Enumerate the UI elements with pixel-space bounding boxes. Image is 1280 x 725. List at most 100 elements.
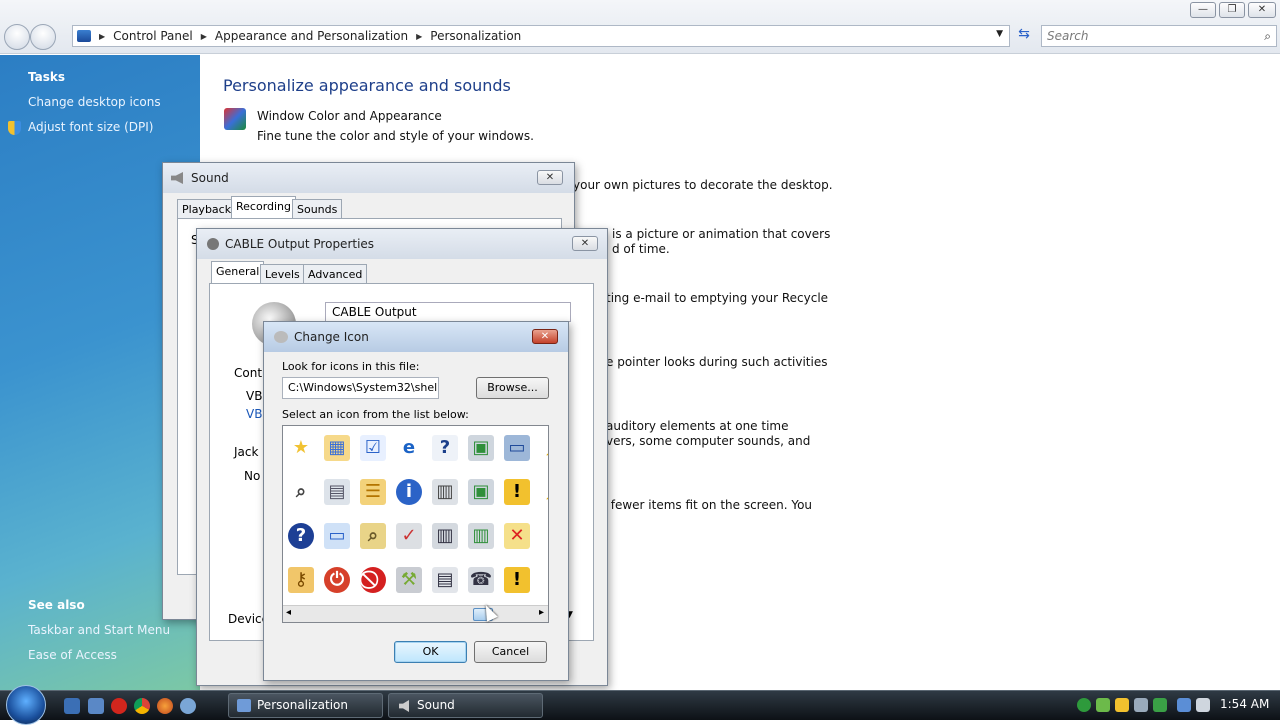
device-name-field[interactable]: CABLE Output — [325, 302, 571, 322]
ok-button[interactable]: OK — [394, 641, 467, 663]
breadcrumb-control-panel[interactable]: Control Panel — [113, 29, 193, 43]
sound-close-button[interactable]: ✕ — [537, 170, 563, 185]
help-document-icon[interactable]: ? — [431, 434, 459, 462]
tab-playback[interactable]: Playback — [177, 199, 237, 219]
search-placeholder: Search — [1047, 29, 1089, 43]
firefox-icon[interactable] — [157, 698, 173, 714]
computer-monitor-icon[interactable]: ▭ — [503, 434, 531, 462]
network-printer-icon[interactable]: ▣ — [467, 434, 495, 462]
restore-button[interactable]: ❐ — [1219, 2, 1245, 18]
power-icon[interactable]: ⏻ — [323, 566, 351, 594]
checklist-icon[interactable]: ☑ — [359, 434, 387, 462]
show-desktop-icon[interactable] — [64, 698, 80, 714]
cancel-button[interactable]: Cancel — [474, 641, 547, 663]
breadcrumb-appearance[interactable]: Appearance and Personalization — [215, 29, 408, 43]
internet-explorer-icon[interactable]: e — [395, 434, 423, 462]
folder-calendar-icon[interactable]: ▦ — [323, 434, 351, 462]
change-icon-close-button[interactable]: ✕ — [532, 329, 558, 344]
see-also-ease-of-access[interactable]: Ease of Access — [28, 648, 117, 662]
file-path-input[interactable]: C:\Windows\System32\shell32.dll — [282, 377, 439, 399]
printer-network-2-icon[interactable]: ▥ — [467, 522, 495, 550]
task-change-desktop-icons[interactable]: Change desktop icons — [28, 95, 161, 109]
window-color-link[interactable]: Window Color and Appearance — [257, 109, 442, 123]
partial-icon[interactable]: ◗ — [539, 522, 548, 550]
tray-app-icon[interactable] — [1153, 698, 1167, 712]
tab-levels[interactable]: Levels — [260, 264, 305, 284]
task-adjust-font-size[interactable]: Adjust font size (DPI) — [28, 120, 153, 134]
taskbar-personalization-label: Personalization — [257, 698, 348, 712]
close-button[interactable]: ✕ — [1248, 2, 1276, 18]
tab-advanced[interactable]: Advanced — [303, 264, 368, 284]
see-also-heading: See also — [28, 598, 85, 612]
see-also-taskbar[interactable]: Taskbar and Start Menu — [28, 623, 170, 637]
info-icon[interactable]: i — [395, 478, 423, 506]
network-printer-icon[interactable]: ▣ — [467, 478, 495, 506]
refresh-icon[interactable]: ⇆ — [1013, 26, 1035, 46]
chrome-icon[interactable] — [134, 698, 150, 714]
taskbar: Personalization Sound 1:54 AM — [0, 685, 1280, 725]
minimize-button[interactable]: — — [1190, 2, 1216, 18]
tray-app-icon[interactable] — [1096, 698, 1110, 712]
explorer-toolbar: — ❐ ✕ ▶ Control Panel ▶ Appearance and P… — [0, 0, 1280, 54]
opera-icon[interactable] — [111, 698, 127, 714]
address-bar[interactable]: ▶ Control Panel ▶ Appearance and Persona… — [72, 25, 1010, 47]
stacked-documents-icon[interactable]: ☰ — [359, 478, 387, 506]
warning-icon[interactable]: ! — [503, 478, 531, 506]
icon-list[interactable]: ★ ▦ ☑ e? ▣ ▭ ◢ ⌕ ▤ ☰ i ▥ ▣! ◢? ▭ ⌕ ✓ ▥ ▥ ✕ ◗ ⚷ ⏻⃠ ⚒ ▤ ☎! ▮ — [282, 425, 549, 623]
cable-close-button[interactable]: ✕ — [572, 236, 598, 251]
tab-recording[interactable]: Recording — [231, 196, 297, 218]
fax-icon[interactable]: ☎ — [467, 566, 495, 594]
start-button[interactable] — [6, 685, 46, 725]
sound-titlebar[interactable]: Sound — [163, 163, 574, 193]
tools-icon[interactable]: ⚒ — [395, 566, 423, 594]
search-network-icon[interactable]: ⌕ — [359, 522, 387, 550]
breadcrumb-personalization[interactable]: Personalization — [430, 29, 521, 43]
desc-fragment: vers, some computer sounds, and — [606, 434, 811, 448]
volume-icon[interactable] — [1196, 698, 1210, 712]
tray-app-icon[interactable] — [1077, 698, 1091, 712]
scanner-icon[interactable]: ▤ — [323, 478, 351, 506]
desc-fragment: r fewer items fit on the screen. You — [602, 498, 813, 512]
tab-general[interactable]: General — [211, 261, 265, 283]
network-icon[interactable] — [1177, 698, 1191, 712]
search-icon[interactable]: ⌕ — [1264, 26, 1271, 46]
back-button[interactable] — [4, 24, 30, 50]
fax-printer-icon[interactable]: ▤ — [431, 566, 459, 594]
scroll-left-button[interactable]: ◂ — [286, 607, 291, 618]
search-input[interactable]: Search ⌕ — [1041, 25, 1277, 47]
desc-fragment: d of time. — [612, 242, 670, 256]
change-icon-dialog: Change Icon ✕ Look for icons in this fil… — [263, 321, 569, 681]
printer-check-icon[interactable]: ✓ — [395, 522, 423, 550]
switch-windows-icon[interactable] — [88, 698, 104, 714]
help-icon[interactable]: ? — [287, 522, 315, 550]
printer-icon[interactable]: ▥ — [431, 478, 459, 506]
globe-icon[interactable] — [180, 698, 196, 714]
shield-icon[interactable] — [1115, 698, 1129, 712]
change-icon-titlebar[interactable]: Change Icon — [264, 322, 568, 352]
folder-partial-icon[interactable]: ▮ — [539, 566, 548, 594]
forward-button[interactable] — [30, 24, 56, 50]
warning-icon[interactable]: ! — [503, 566, 531, 594]
blocked-icon[interactable]: ⃠ — [359, 566, 387, 594]
warning-partial-icon[interactable]: ◢ — [539, 478, 548, 506]
scroll-right-button[interactable]: ▸ — [539, 607, 544, 618]
warning-partial-icon[interactable]: ◢ — [539, 434, 548, 462]
tab-sounds[interactable]: Sounds — [292, 199, 343, 219]
document-delete-icon[interactable]: ✕ — [503, 522, 531, 550]
clock[interactable]: 1:54 AM — [1220, 697, 1269, 711]
chevron-right-icon: ▶ — [200, 31, 207, 41]
magnifier-icon[interactable]: ⌕ — [287, 478, 315, 506]
chevron-down-icon[interactable]: ▼ — [996, 29, 1003, 39]
key-icon[interactable]: ⚷ — [287, 566, 315, 594]
taskbar-personalization[interactable]: Personalization — [228, 693, 383, 718]
window-icon[interactable]: ▭ — [323, 522, 351, 550]
icon-list-scrollbar[interactable]: ◂ ▸ — [283, 605, 548, 622]
cable-titlebar[interactable]: CABLE Output Properties — [197, 229, 607, 259]
list-label: Select an icon from the list below: — [282, 408, 469, 421]
taskbar-sound-label: Sound — [417, 698, 455, 712]
tray-app-icon[interactable] — [1134, 698, 1148, 712]
browse-button[interactable]: Browse... — [476, 377, 549, 399]
taskbar-sound[interactable]: Sound — [388, 693, 543, 718]
printer-network-icon[interactable]: ▥ — [431, 522, 459, 550]
star-icon[interactable]: ★ — [287, 434, 315, 462]
